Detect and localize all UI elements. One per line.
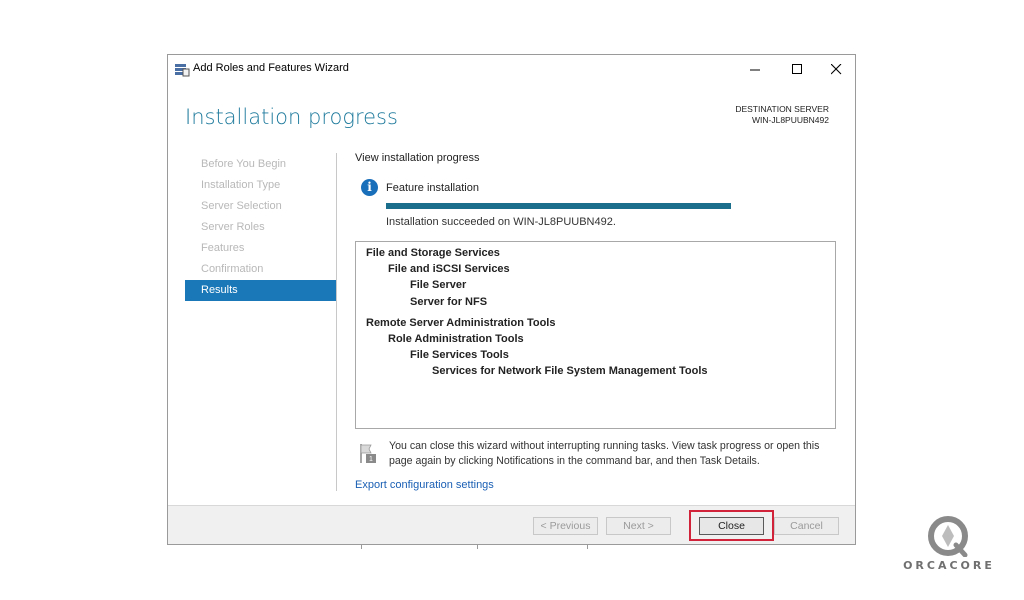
orcacore-logo-icon bbox=[927, 515, 969, 558]
svg-text:1: 1 bbox=[369, 456, 373, 463]
destination-label: DESTINATION SERVER bbox=[735, 104, 829, 114]
close-window-button[interactable] bbox=[816, 55, 856, 83]
result-item: File Server bbox=[410, 279, 467, 291]
notification-flag-icon: 1 bbox=[359, 443, 377, 464]
progress-fill bbox=[386, 203, 731, 209]
nav-item-results[interactable]: Results bbox=[185, 280, 337, 301]
title-bar[interactable]: Add Roles and Features Wizard bbox=[168, 55, 855, 83]
nav-item-installation-type[interactable]: Installation Type bbox=[185, 175, 337, 196]
destination-server-name: WIN-JL8PUUBN492 bbox=[752, 115, 829, 125]
result-item: Services for Network File System Managem… bbox=[432, 365, 708, 377]
next-button[interactable]: Next > bbox=[606, 517, 671, 535]
nav-item-server-selection[interactable]: Server Selection bbox=[185, 196, 337, 217]
result-item: File Services Tools bbox=[410, 349, 509, 361]
wizard-nav: Before You Begin Installation Type Serve… bbox=[185, 154, 337, 301]
result-item: Remote Server Administration Tools bbox=[366, 317, 556, 329]
button-bar: < Previous Next > Close Cancel bbox=[168, 505, 855, 549]
progress-bar bbox=[386, 203, 731, 209]
window-title: Add Roles and Features Wizard bbox=[193, 62, 349, 74]
previous-button[interactable]: < Previous bbox=[533, 517, 598, 535]
results-list[interactable]: File and Storage Services File and iSCSI… bbox=[355, 241, 836, 429]
status-text: Installation succeeded on WIN-JL8PUUBN49… bbox=[386, 216, 616, 228]
footer-tick bbox=[477, 545, 478, 549]
nav-item-before-you-begin[interactable]: Before You Begin bbox=[185, 154, 337, 175]
nav-item-server-roles[interactable]: Server Roles bbox=[185, 217, 337, 238]
page-title: Installation progress bbox=[185, 105, 398, 129]
export-configuration-link[interactable]: Export configuration settings bbox=[355, 479, 494, 491]
nav-divider bbox=[336, 153, 337, 491]
result-item: Server for NFS bbox=[410, 296, 488, 308]
destination-server: DESTINATION SERVER WIN-JL8PUUBN492 bbox=[735, 104, 829, 126]
minimize-button[interactable] bbox=[735, 55, 775, 83]
note-text: You can close this wizard without interr… bbox=[389, 440, 820, 467]
nav-item-features[interactable]: Features bbox=[185, 238, 337, 259]
close-button[interactable]: Close bbox=[699, 517, 764, 535]
section-label: View installation progress bbox=[355, 152, 480, 164]
footer-tick bbox=[587, 545, 588, 549]
wizard-window: Add Roles and Features Wizard Installati… bbox=[167, 54, 856, 549]
result-item: File and iSCSI Services bbox=[388, 263, 510, 275]
orcacore-watermark: ORCACORE bbox=[900, 515, 998, 575]
maximize-button[interactable] bbox=[777, 55, 817, 83]
result-item: Role Administration Tools bbox=[388, 333, 524, 345]
info-icon: i bbox=[361, 179, 378, 196]
footer-tick bbox=[361, 545, 362, 549]
result-item: File and Storage Services bbox=[366, 247, 500, 259]
cancel-button[interactable]: Cancel bbox=[774, 517, 839, 535]
nav-item-confirmation[interactable]: Confirmation bbox=[185, 259, 337, 280]
feature-installation-label: Feature installation bbox=[386, 182, 479, 194]
server-manager-icon bbox=[174, 61, 190, 77]
brand-text: ORCACORE bbox=[903, 559, 995, 572]
